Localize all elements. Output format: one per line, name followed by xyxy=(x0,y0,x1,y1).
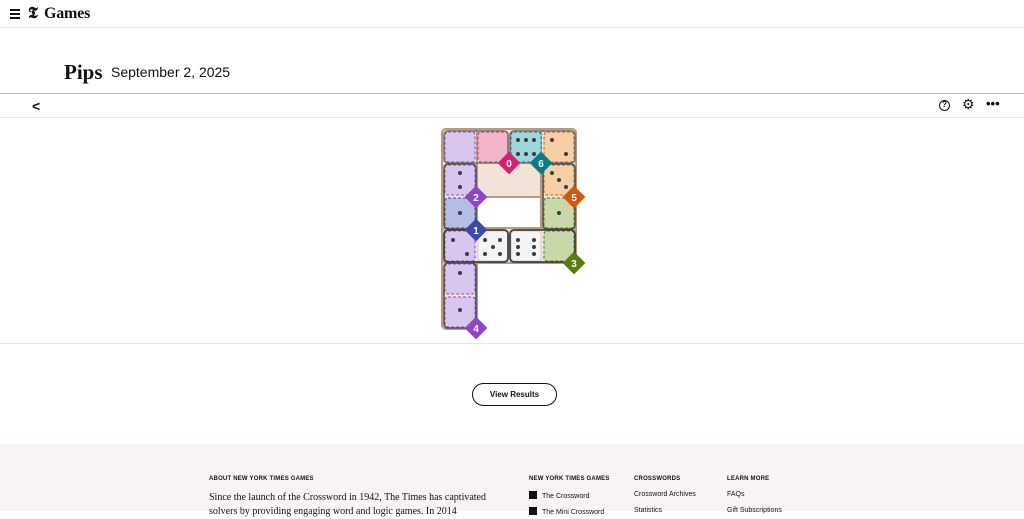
region-badge-label: 5 xyxy=(571,193,577,204)
footer-learn-heading: LEARN MORE xyxy=(727,476,770,482)
region-badge-label: 0 xyxy=(506,159,512,170)
region-badge-label: 1 xyxy=(473,226,479,237)
games-brand-link[interactable]: Games xyxy=(44,5,90,23)
footer-link-crossword[interactable]: The Crossword xyxy=(529,491,589,500)
nyt-logo[interactable]: 𝕿 xyxy=(28,5,38,23)
footer-link-label: The Crossword xyxy=(542,493,590,500)
more-options-icon[interactable]: ••• xyxy=(986,96,1000,111)
tile-purple[interactable] xyxy=(444,164,476,196)
pips-board[interactable]: 0 6 5 2 1 3 4 xyxy=(441,128,591,344)
settings-icon[interactable]: ⚙ xyxy=(962,96,975,113)
footer-crosswords-heading: CROSSWORDS xyxy=(634,476,681,482)
puzzle-title: Pips xyxy=(64,60,103,84)
footer-link-label: The Mini Crossword xyxy=(542,509,605,516)
footer-about-heading: ABOUT NEW YORK TIMES GAMES xyxy=(209,476,314,482)
tile-purple[interactable] xyxy=(444,263,476,295)
puzzle-date: September 2, 2025 xyxy=(111,64,231,80)
tile-white[interactable] xyxy=(510,230,542,262)
footer-about-text: Since the launch of the Crossword in 194… xyxy=(209,492,486,517)
region-badge-label: 2 xyxy=(473,193,479,204)
menu-icon[interactable] xyxy=(10,9,20,19)
region-badge-label: 6 xyxy=(538,159,544,170)
footer-link-faqs[interactable]: FAQs xyxy=(727,491,745,498)
crossword-icon xyxy=(529,491,537,499)
game-toolbar: < ? ⚙ ••• xyxy=(0,93,1024,118)
footer-link-mini[interactable]: The Mini Crossword xyxy=(529,507,604,516)
region-badge-label: 4 xyxy=(473,324,479,335)
mini-crossword-icon xyxy=(529,507,537,515)
top-navigation-bar: 𝕿 Games xyxy=(0,0,1024,28)
footer-games-heading: NEW YORK TIMES GAMES xyxy=(529,476,610,482)
region-badge-label: 3 xyxy=(571,259,577,270)
tile-orange[interactable] xyxy=(543,131,575,163)
back-button[interactable]: < xyxy=(32,98,40,114)
footer-link-archives[interactable]: Crossword Archives xyxy=(634,491,696,498)
tile-purple[interactable] xyxy=(444,131,476,163)
site-footer: ABOUT NEW YORK TIMES GAMES Since the lau… xyxy=(0,444,1024,517)
help-icon[interactable]: ? xyxy=(939,100,950,111)
view-results-button[interactable]: View Results xyxy=(472,383,557,406)
